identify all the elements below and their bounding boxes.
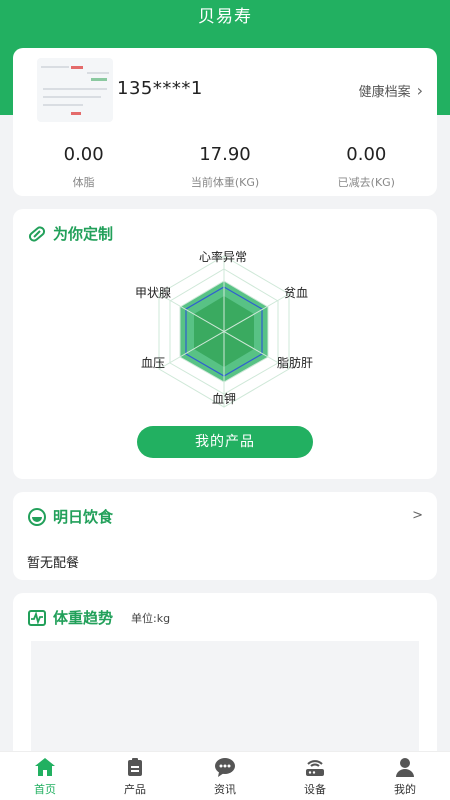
stat-body-fat: 0.00 体脂 [13,144,154,190]
chevron-right-icon[interactable]: > [412,508,423,523]
stat-label: 当前体重(KG) [190,176,260,189]
tab-label: 资讯 [214,783,236,796]
tab-label: 设备 [304,783,326,796]
health-record-link[interactable]: 健康档案 › [359,81,423,100]
profile-card: 135****1 健康档案 › 0.00 体脂 17.90 当前体重(KG) 0… [13,48,437,196]
stats-row: 0.00 体脂 17.90 当前体重(KG) 0.00 已减去(KG) [13,144,437,190]
meal-status: 暂无配餐 [27,556,80,571]
health-radar-chart [158,255,290,408]
stat-value: 0.00 [63,144,104,165]
heartbeat-icon [28,609,46,626]
clipboard-icon [128,758,142,776]
stat-weight-lost: 0.00 已减去(KG) [296,144,437,190]
bottom-tab-bar: 首页 产品 资讯 设备 我的 [0,751,450,800]
user-phone: 135****1 [117,78,203,99]
weight-chart-area [31,641,419,757]
tab-news[interactable]: 资讯 [180,752,270,800]
home-icon [35,758,55,776]
avatar[interactable] [37,58,113,122]
radar-label-anemia: 贫血 [284,286,309,300]
health-record-label: 健康档案 [358,85,411,100]
radar-label-heart-rate: 心率异常 [199,250,248,264]
radar-label-thyroid: 甲状腺 [135,286,172,300]
radar-label-fatty-liver: 脂肪肝 [277,356,314,370]
radar-label-potassium: 血钾 [212,392,237,406]
meal-section-header: 明日饮食 [27,506,113,527]
stat-value: 0.00 [346,144,387,165]
tab-mine[interactable]: 我的 [360,752,450,800]
chevron-right-icon: › [416,81,423,100]
tab-label: 我的 [394,783,416,796]
stat-label: 已减去(KG) [337,176,395,189]
stat-label: 体脂 [72,176,95,189]
bowl-icon [28,507,46,526]
app-title: 贝易寿 [198,7,252,27]
router-icon [306,760,324,776]
stat-current-weight: 17.90 当前体重(KG) [154,144,295,190]
chat-icon [215,758,235,777]
tab-label: 产品 [124,783,146,796]
stat-value: 17.90 [199,144,251,165]
my-products-button[interactable]: 我的产品 [137,426,313,458]
weight-trend-card: 体重趋势 单位:kg [13,593,437,763]
custom-card: 为你定制 心率异常 贫血 脂肪肝 血钾 血压 甲状腺 我的产品 [13,209,437,479]
weight-title: 体重趋势 [53,609,114,627]
weight-section-header: 体重趋势 单位:kg [27,607,170,628]
user-icon [396,758,414,777]
tab-home[interactable]: 首页 [0,752,90,800]
tab-devices[interactable]: 设备 [270,752,360,800]
tab-label: 首页 [34,783,56,796]
tab-products[interactable]: 产品 [90,752,180,800]
radar-label-blood-pressure: 血压 [141,356,166,370]
tomorrow-meal-card[interactable]: 明日饮食 > 暂无配餐 [13,492,437,580]
meal-title: 明日饮食 [53,508,114,526]
weight-unit: 单位:kg [131,611,171,625]
